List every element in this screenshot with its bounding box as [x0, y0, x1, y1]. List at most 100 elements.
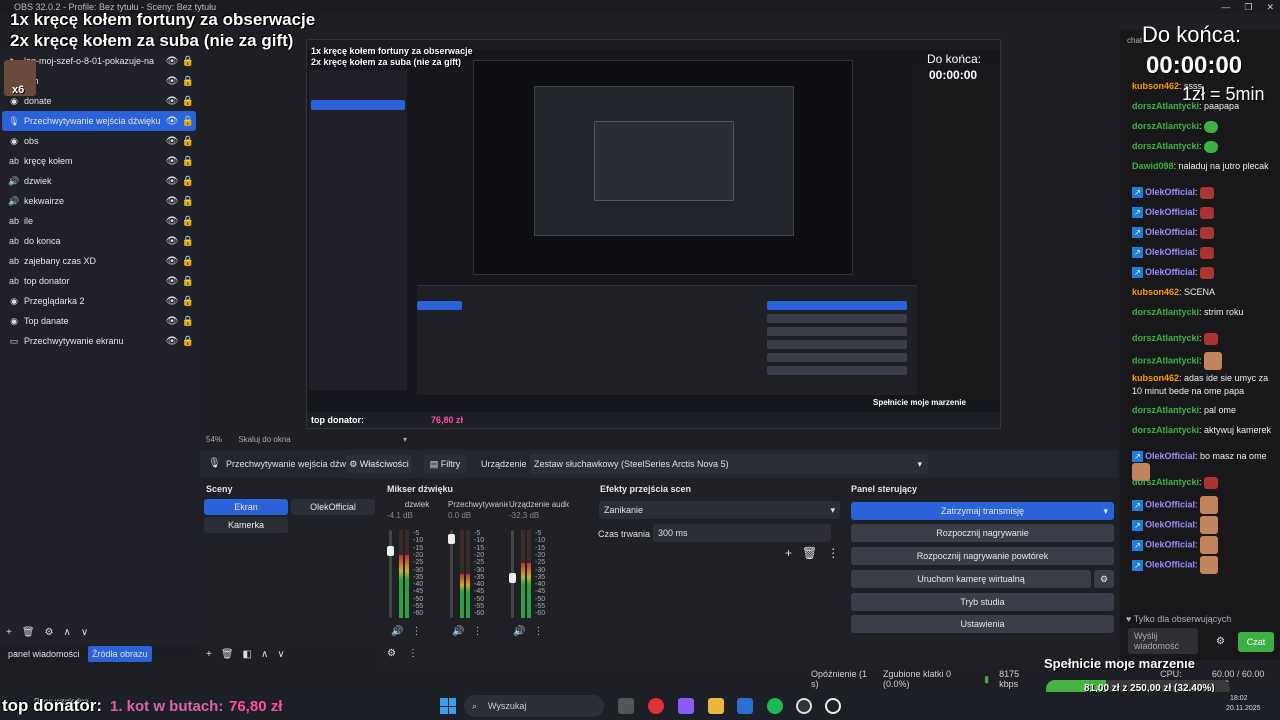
eye-icon[interactable]: 👁: [164, 136, 180, 147]
chat-username[interactable]: dorszAtlantycki: [1132, 355, 1199, 365]
store-icon[interactable]: [737, 698, 753, 714]
maximize-button[interactable]: ❐: [1244, 0, 1252, 14]
mixer-menu-icon[interactable]: ⋮: [408, 648, 418, 659]
source-item[interactable]: ◉ Top danate 👁 🔒: [2, 311, 196, 331]
source-item[interactable]: ab ile 👁 🔒: [2, 211, 196, 231]
task-view-icon[interactable]: [618, 698, 634, 714]
lock-icon[interactable]: 🔒: [180, 136, 196, 147]
chat-username[interactable]: OlekOfficial: [1145, 247, 1195, 257]
windows-start-icon[interactable]: [440, 698, 456, 714]
chat-username[interactable]: OlekOfficial: [1145, 559, 1195, 569]
scene-item-ekran[interactable]: Ekran: [204, 499, 288, 515]
scene-item-olekofficial[interactable]: OlekOfficial: [291, 499, 375, 515]
lock-icon[interactable]: 🔒: [180, 216, 196, 227]
speaker-icon[interactable]: 🔊: [513, 626, 525, 637]
lock-icon[interactable]: 🔒: [180, 176, 196, 187]
preview-canvas[interactable]: 1x kręcę kołem fortuny za obserwacje 2x …: [306, 39, 1001, 429]
channel-menu-icon[interactable]: ⋮: [472, 626, 482, 637]
eye-icon[interactable]: 👁: [164, 96, 180, 107]
lock-icon[interactable]: 🔒: [180, 296, 196, 307]
zoom-level[interactable]: 54%: [206, 435, 222, 444]
chat-input[interactable]: Wyślij wiadomość: [1128, 628, 1198, 654]
start-virtual-camera-button[interactable]: Uruchom kamerę wirtualną: [851, 570, 1091, 588]
taskbar-search[interactable]: ⌕ Wyszukaj: [464, 695, 604, 717]
eye-icon[interactable]: 👁: [164, 116, 180, 127]
tab-message-panel[interactable]: panel wiadomości: [8, 649, 80, 659]
duration-input[interactable]: 300 ms: [653, 524, 831, 542]
move-down-icon[interactable]: ∨: [277, 649, 284, 660]
chat-username[interactable]: dorszAtlantycki: [1132, 333, 1199, 343]
add-transition-icon[interactable]: +: [785, 546, 792, 560]
eye-icon[interactable]: 👁: [164, 76, 180, 87]
properties-button[interactable]: ⚙ Właściwości: [346, 455, 412, 473]
source-settings-gear-icon[interactable]: ⚙: [45, 627, 54, 638]
source-item[interactable]: 🔊 dzwiek 👁 🔒: [2, 171, 196, 191]
app-icon[interactable]: [825, 698, 841, 714]
chat-username[interactable]: kubson462: [1132, 81, 1179, 91]
volume-slider[interactable]: [387, 530, 394, 618]
source-item[interactable]: 🎙 Przechwytywanie wejścia dźwięku 👁 🔒: [2, 111, 196, 131]
volume-slider-handle[interactable]: [387, 545, 394, 556]
chat-username[interactable]: dorszAtlantycki: [1132, 477, 1199, 487]
chat-username[interactable]: OlekOfficial: [1145, 539, 1195, 549]
chat-settings-gear-icon[interactable]: ⚙: [1216, 636, 1225, 647]
spotify-icon[interactable]: [767, 698, 783, 714]
speaker-icon[interactable]: 🔊: [452, 626, 464, 637]
filters-button[interactable]: ▤ Filtry: [424, 455, 466, 473]
studio-mode-button[interactable]: Tryb studia: [851, 593, 1114, 611]
eye-icon[interactable]: 👁: [164, 216, 180, 227]
start-recording-button[interactable]: Rozpocznij nagrywanie: [851, 524, 1114, 542]
eye-icon[interactable]: 👁: [164, 296, 180, 307]
lock-icon[interactable]: 🔒: [180, 196, 196, 207]
chat-username[interactable]: dorszAtlantycki: [1132, 425, 1199, 435]
device-select[interactable]: Zestaw słuchawkowy (SteelSeries Arctis N…: [530, 454, 928, 474]
eye-icon[interactable]: 👁: [164, 336, 180, 347]
speaker-icon[interactable]: 🔊: [391, 626, 403, 637]
scene-item-kamerka[interactable]: Kamerka: [204, 517, 288, 533]
chat-username[interactable]: OlekOfficial: [1145, 187, 1195, 197]
chat-username[interactable]: OlekOfficial: [1145, 207, 1195, 217]
volume-slider-handle[interactable]: [448, 533, 455, 544]
minimize-button[interactable]: —: [1221, 0, 1230, 14]
eye-icon[interactable]: 👁: [164, 256, 180, 267]
scene-filter-icon[interactable]: ◧: [243, 649, 252, 660]
eye-icon[interactable]: 👁: [164, 236, 180, 247]
start-replay-buffer-button[interactable]: Rozpocznij nagrywanie powtórek: [851, 547, 1114, 565]
close-button[interactable]: ✕: [1266, 0, 1274, 14]
chrome-icon[interactable]: [648, 698, 664, 714]
move-up-icon[interactable]: ∧: [261, 649, 268, 660]
chat-username[interactable]: dorszAtlantycki: [1132, 307, 1199, 317]
chat-username[interactable]: kubson462: [1132, 287, 1179, 297]
volume-slider[interactable]: [448, 530, 455, 618]
channel-menu-icon[interactable]: ⋮: [533, 626, 543, 637]
tab-image-sources[interactable]: Źródła obrazu: [88, 646, 152, 662]
eye-icon[interactable]: 👁: [164, 56, 180, 67]
move-up-icon[interactable]: ∧: [64, 627, 71, 638]
file-explorer-icon[interactable]: [708, 698, 724, 714]
channel-menu-icon[interactable]: ⋮: [411, 626, 421, 637]
add-scene-button[interactable]: +: [206, 649, 212, 660]
chat-username[interactable]: OlekOfficial: [1145, 519, 1195, 529]
remove-source-icon[interactable]: 🗑: [22, 627, 35, 638]
source-item[interactable]: ab do konca 👁 🔒: [2, 231, 196, 251]
chat-username[interactable]: dorszAtlantycki: [1132, 141, 1199, 151]
chat-username[interactable]: OlekOfficial: [1145, 499, 1195, 509]
source-item[interactable]: ab kręcę kołem 👁 🔒: [2, 151, 196, 171]
more-options-icon[interactable]: ⋮: [827, 546, 839, 560]
chat-username[interactable]: dorszAtlantycki: [1132, 121, 1199, 131]
source-item[interactable]: ab zajebany czas XD 👁 🔒: [2, 251, 196, 271]
lock-icon[interactable]: 🔒: [180, 236, 196, 247]
advanced-audio-icon[interactable]: ⚙: [387, 648, 396, 659]
eye-icon[interactable]: 👁: [164, 196, 180, 207]
lock-icon[interactable]: 🔒: [180, 276, 196, 287]
chat-username[interactable]: dorszAtlantycki: [1132, 405, 1199, 415]
add-source-button[interactable]: +: [6, 627, 12, 638]
remove-scene-icon[interactable]: 🗑: [221, 649, 234, 660]
chat-send-button[interactable]: Czat: [1238, 632, 1274, 652]
lock-icon[interactable]: 🔒: [180, 56, 196, 67]
eye-icon[interactable]: 👁: [164, 276, 180, 287]
chat-username[interactable]: OlekOfficial: [1145, 267, 1195, 277]
lock-icon[interactable]: 🔒: [180, 256, 196, 267]
source-item[interactable]: 🔊 kekwairze 👁 🔒: [2, 191, 196, 211]
source-item[interactable]: ab top donator 👁 🔒: [2, 271, 196, 291]
